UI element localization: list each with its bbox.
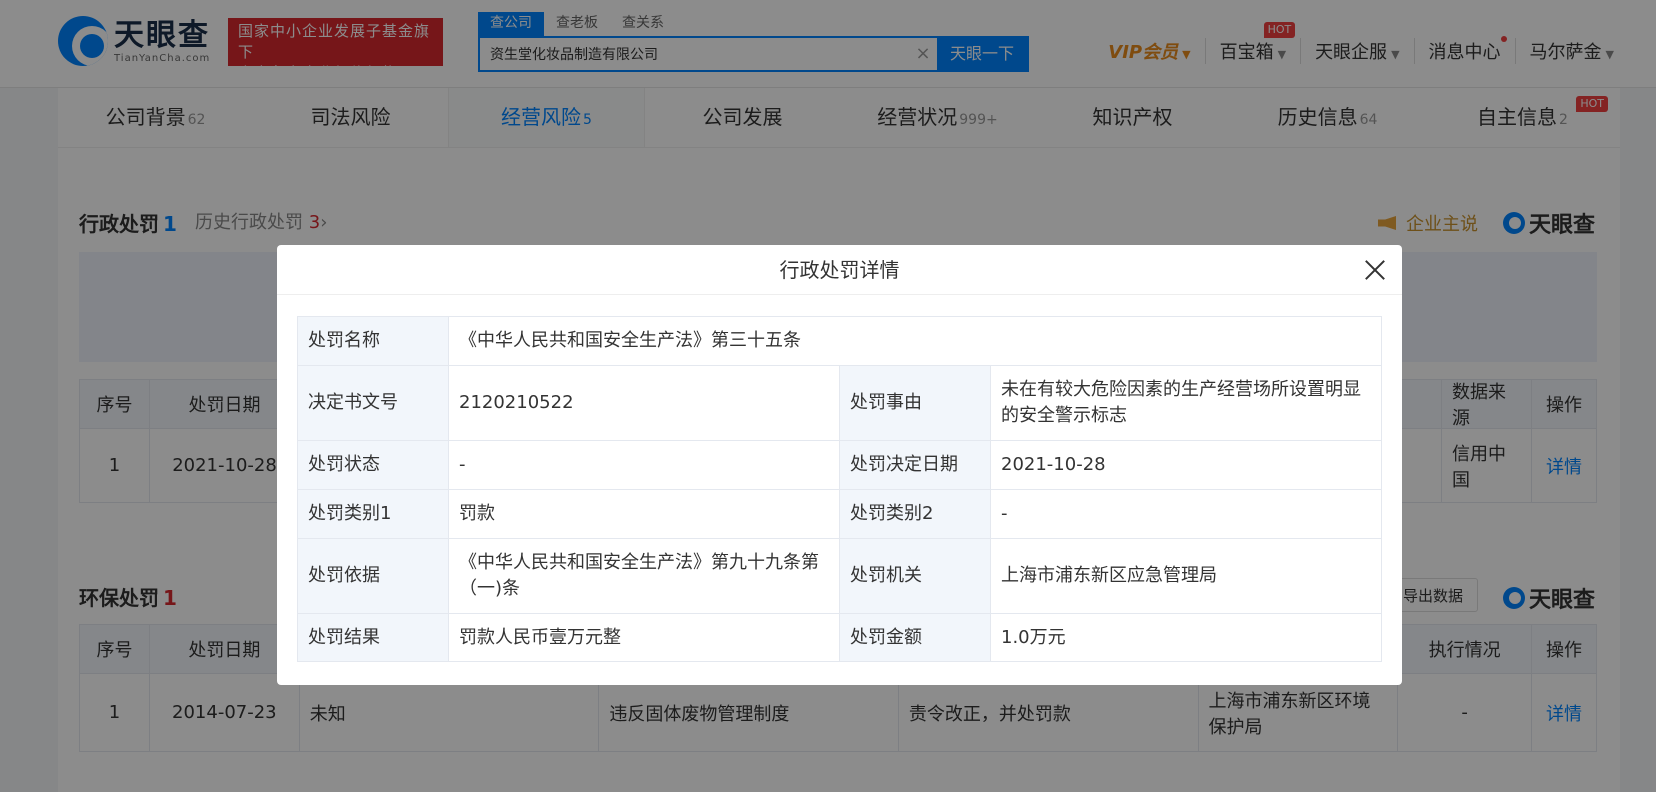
label-penalty-name: 处罚名称 xyxy=(297,316,449,366)
value-decision-date: 2021-10-28 xyxy=(990,440,1382,490)
value-authority: 上海市浦东新区应急管理局 xyxy=(990,538,1382,614)
value-status: - xyxy=(448,440,840,490)
value-type1: 罚款 xyxy=(448,489,840,539)
label-reason: 处罚事由 xyxy=(839,365,991,441)
label-amount: 处罚金额 xyxy=(839,613,991,662)
penalty-detail-table: 处罚名称 《中华人民共和国安全生产法》第三十五条 决定书文号 212021052… xyxy=(297,316,1382,662)
value-type2: - xyxy=(990,489,1382,539)
value-doc-number: 2120210522 xyxy=(448,365,840,441)
value-penalty-name: 《中华人民共和国安全生产法》第三十五条 xyxy=(448,316,1382,366)
close-icon[interactable] xyxy=(1364,259,1386,281)
modal-title: 行政处罚详情 xyxy=(779,258,900,282)
label-type2: 处罚类别2 xyxy=(839,489,991,539)
label-type1: 处罚类别1 xyxy=(297,489,449,539)
penalty-detail-modal: 行政处罚详情 处罚名称 《中华人民共和国安全生产法》第三十五条 决定书文号 21… xyxy=(277,245,1402,685)
label-decision-date: 处罚决定日期 xyxy=(839,440,991,490)
label-result: 处罚结果 xyxy=(297,613,449,662)
label-basis: 处罚依据 xyxy=(297,538,449,614)
label-status: 处罚状态 xyxy=(297,440,449,490)
value-basis: 《中华人民共和国安全生产法》第九十九条第（一)条 xyxy=(448,538,840,614)
value-reason: 未在有较大危险因素的生产经营场所设置明显的安全警示标志 xyxy=(990,365,1382,441)
modal-header: 行政处罚详情 xyxy=(277,245,1402,295)
label-authority: 处罚机关 xyxy=(839,538,991,614)
label-doc-number: 决定书文号 xyxy=(297,365,449,441)
value-amount: 1.0万元 xyxy=(990,613,1382,662)
value-result: 罚款人民币壹万元整 xyxy=(448,613,840,662)
